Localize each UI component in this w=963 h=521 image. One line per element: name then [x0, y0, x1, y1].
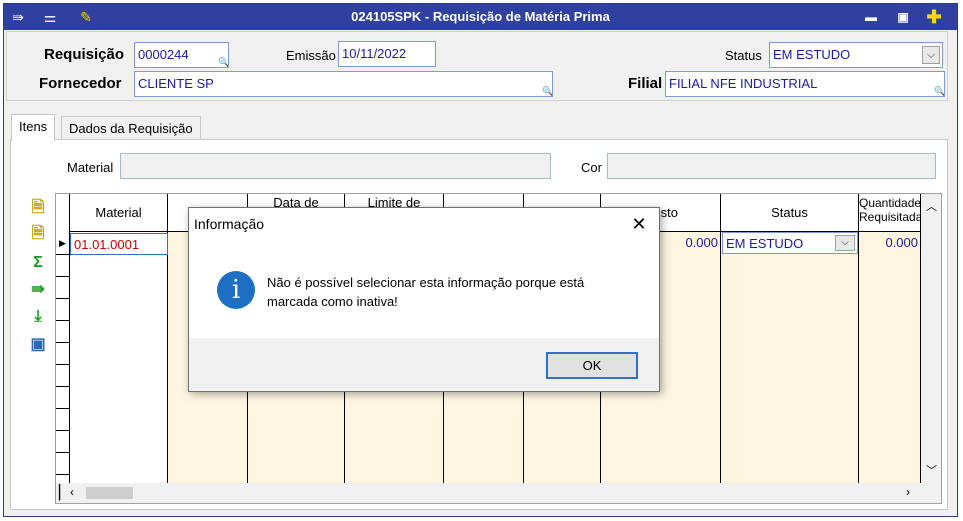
horizontal-scrollbar[interactable]: ▏ ‹ › [56, 483, 941, 503]
remove-item-icon[interactable]: 🗎 [27, 223, 49, 245]
scroll-left-icon[interactable]: ‹ [70, 485, 74, 499]
requisicao-field[interactable]: 0000244 🔍 [134, 42, 229, 68]
row-indicator-column: ▶ [56, 194, 70, 483]
minimize-button[interactable]: ▬ [862, 8, 880, 26]
scroll-right-icon[interactable]: › [906, 485, 910, 499]
scroll-left-edge-icon: ▏ [59, 484, 70, 500]
filial-field[interactable]: FILIAL NFE INDUSTRIAL 🔍 [665, 71, 945, 97]
cell-status[interactable]: EM ESTUDO ⌵ [722, 232, 858, 254]
material-filter-label: Material [67, 160, 114, 175]
tab-dados-requisicao[interactable]: Dados da Requisição [61, 116, 201, 140]
cell-material[interactable]: 01.01.0001 [70, 233, 168, 255]
lookup-icon[interactable]: 🔍 [934, 87, 944, 96]
filial-value: FILIAL NFE INDUSTRIAL [669, 76, 818, 91]
fornecedor-label: Fornecedor [39, 75, 122, 92]
requisicao-value: 0000244 [138, 47, 189, 62]
lookup-icon[interactable]: 🔍 [542, 87, 552, 96]
fornecedor-field[interactable]: CLIENTE SP 🔍 [134, 71, 553, 97]
dialog-close-button[interactable]: ✕ [627, 212, 651, 236]
ok-button[interactable]: OK [546, 352, 638, 379]
status-value: EM ESTUDO [773, 47, 851, 62]
col-material [70, 232, 168, 483]
add-item-icon[interactable]: 🗎 [27, 197, 49, 219]
status-select[interactable]: EM ESTUDO ⌵ [769, 42, 943, 68]
col-header-material[interactable]: Material [70, 194, 168, 232]
maximize-button[interactable]: ▣ [894, 8, 912, 26]
chevron-down-icon[interactable]: ⌵ [835, 235, 855, 251]
dialog-message: Não é possível selecionar esta informaçã… [267, 275, 585, 309]
scroll-down-icon[interactable]: ﹀ [926, 462, 937, 478]
col-status [721, 232, 859, 483]
vertical-scrollbar[interactable]: ︿ ﹀ [921, 194, 941, 483]
lookup-icon[interactable]: 🔍 [218, 58, 228, 67]
info-icon: i [217, 271, 255, 309]
move-bottom-icon[interactable]: ⤓ [27, 306, 49, 328]
emissao-field[interactable]: 10/11/2022 [338, 41, 436, 67]
col-header-status[interactable]: Status [721, 194, 859, 232]
tab-itens[interactable]: Itens [11, 114, 56, 141]
emissao-label: Emissão [286, 48, 336, 63]
dialog-footer: OK [189, 338, 659, 391]
information-dialog: Informação ✕ i Não é possível selecionar… [188, 207, 660, 392]
window-title: 024105SPK - Requisição de Matéria Prima [351, 9, 610, 24]
scroll-up-icon[interactable]: ︿ [926, 198, 937, 214]
col-header-quantidade[interactable]: Quantidade Requisitada [859, 194, 921, 232]
filial-label: Filial [628, 75, 663, 92]
emissao-value: 10/11/2022 [342, 46, 407, 61]
fornecedor-value: CLIENTE SP [138, 76, 214, 91]
cell-status-value: EM ESTUDO [726, 236, 804, 251]
requisicao-label: Requisição [44, 46, 125, 63]
image-icon[interactable]: ▣ [27, 334, 49, 356]
title-bar: ⇛ ⚌ ✎ 024105SPK - Requisição de Matéria … [4, 4, 957, 30]
material-filter-input[interactable] [120, 153, 551, 179]
col-quantidade [859, 232, 921, 483]
chevron-down-icon[interactable]: ⌵ [922, 46, 940, 64]
cell-quantidade[interactable]: 0.000 [859, 232, 921, 254]
sum-icon[interactable]: Σ [27, 252, 49, 274]
cor-filter-label: Cor [581, 160, 602, 175]
close-icon: ✕ [631, 214, 647, 234]
export-icon[interactable]: ⇛ [27, 279, 49, 301]
status-label: Status [725, 48, 762, 63]
cor-filter-input[interactable] [607, 153, 936, 179]
close-button[interactable]: ✚ [925, 8, 943, 26]
current-row-icon: ▶ [59, 238, 66, 248]
dialog-title: Informação [194, 216, 265, 232]
scroll-thumb[interactable] [86, 487, 133, 499]
